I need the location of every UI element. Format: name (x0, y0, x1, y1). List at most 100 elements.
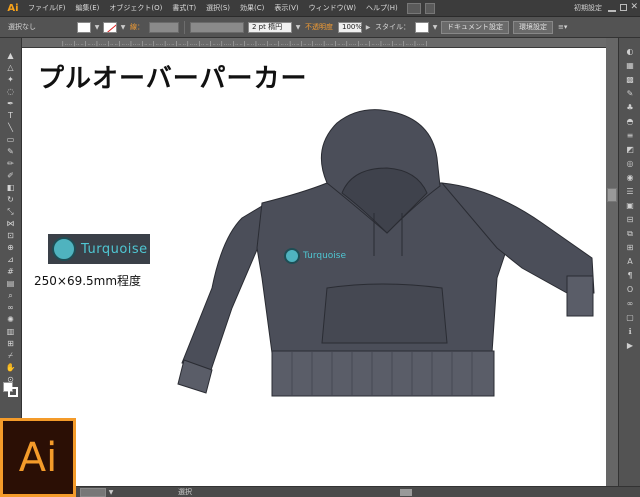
fill-swatch[interactable] (77, 21, 91, 33)
stroke-icon[interactable]: ≡ (623, 130, 637, 141)
mesh-tool-icon[interactable]: # (4, 266, 17, 277)
rectangle-tool-icon[interactable]: ▭ (4, 134, 17, 145)
vertical-scrollbar[interactable] (606, 38, 618, 486)
brush-dropdown-icon[interactable]: ▼ (294, 22, 302, 33)
type-tool-icon[interactable]: T (4, 110, 17, 121)
stroke-weight-field[interactable] (149, 21, 179, 33)
align-icon[interactable]: ⊟ (623, 214, 637, 225)
info-icon[interactable]: ℹ (623, 326, 637, 337)
menu-object[interactable]: オブジェクト(O) (104, 3, 167, 13)
menu-file[interactable]: ファイル(F) (23, 3, 71, 13)
vertical-scroll-thumb[interactable] (607, 188, 617, 202)
graphic-styles-icon[interactable]: ◓ (623, 116, 637, 127)
transform-icon[interactable]: ⊞ (623, 242, 637, 253)
minimize-icon[interactable] (608, 10, 616, 12)
links-icon[interactable]: ∞ (623, 298, 637, 309)
line-tool-icon[interactable]: ╲ (4, 122, 17, 133)
menu-effect[interactable]: 効果(C) (235, 3, 269, 13)
brushes-icon[interactable]: ✎ (623, 88, 637, 99)
magic-wand-tool-icon[interactable]: ✦ (4, 74, 17, 85)
style-dropdown-icon[interactable]: ▼ (431, 22, 439, 33)
gradient-tool-icon[interactable]: ▤ (4, 278, 17, 289)
selection-status: 選択なし (8, 23, 36, 31)
zoom-dropdown-icon[interactable]: ▼ (106, 488, 116, 497)
close-icon[interactable]: ✕ (630, 2, 638, 12)
rotate-tool-icon[interactable]: ↻ (4, 194, 17, 205)
scale-tool-icon[interactable]: ⤡ (4, 206, 17, 217)
hoodie-waistband (271, 350, 495, 397)
free-transform-tool-icon[interactable]: ⊡ (4, 230, 17, 241)
gradient-icon[interactable]: ◩ (623, 144, 637, 155)
stroke-label[interactable]: 線： (130, 22, 144, 32)
pen-tool-icon[interactable]: ✒ (4, 98, 17, 109)
style-label: スタイル： (375, 23, 410, 31)
brush-definition-field[interactable]: 2 pt 楕円 (248, 21, 292, 33)
paintbrush-tool-icon[interactable]: ✎ (4, 146, 17, 157)
chest-logo: Turquoise (284, 247, 354, 265)
symbols-icon[interactable]: ♣ (623, 102, 637, 113)
selection-tool-icon[interactable]: ▲ (4, 50, 17, 61)
illustrator-logo: Ai (0, 418, 76, 497)
maximize-icon[interactable] (620, 4, 627, 11)
blob-brush-tool-icon[interactable]: ✐ (4, 170, 17, 181)
eraser-tool-icon[interactable]: ◧ (4, 182, 17, 193)
layers-icon[interactable]: ☰ (623, 186, 637, 197)
paragraph-icon[interactable]: ¶ (623, 270, 637, 281)
bridge-icon[interactable] (406, 2, 421, 14)
pathfinder-icon[interactable]: ⧉ (623, 228, 637, 239)
stroke-color-box[interactable] (8, 387, 18, 397)
artboard-canvas[interactable]: プルオーバーパーカー Turquoise 250×69.5mm程度 Turquo… (22, 48, 606, 486)
workspace-switcher[interactable]: 初期設定 (574, 3, 602, 13)
shape-builder-tool-icon[interactable]: ⊕ (4, 242, 17, 253)
horizontal-scroll-thumb[interactable] (400, 489, 412, 496)
chest-logo-badge-icon (284, 248, 300, 264)
blend-tool-icon[interactable]: ∞ (4, 302, 17, 313)
opacity-label[interactable]: 不透明度 (305, 22, 333, 32)
slice-tool-icon[interactable]: ⌿ (4, 350, 17, 361)
lasso-tool-icon[interactable]: ◌ (4, 86, 17, 97)
stroke-swatch[interactable] (103, 21, 117, 33)
pencil-tool-icon[interactable]: ✏ (4, 158, 17, 169)
hoodie-body (181, 202, 268, 374)
color-panel-icon[interactable]: ◐ (623, 46, 637, 57)
fill-dropdown-icon[interactable]: ▼ (93, 22, 101, 33)
eyedropper-tool-icon[interactable]: ⌕ (4, 290, 17, 301)
document-setup-button[interactable]: ドキュメント設定 (441, 20, 509, 34)
stroke-dropdown-icon[interactable]: ▼ (119, 22, 127, 33)
opacity-dropdown-icon[interactable]: ▶ (364, 22, 372, 33)
hoodie-right-cuff (566, 275, 594, 317)
menu-select[interactable]: 選択(S) (201, 3, 235, 13)
panel-dock: ◐ ▦ ▩ ✎ ♣ ◓ ≡ ◩ ◎ ◉ ☰ ▣ ⊟ ⧉ ⊞ A ¶ O ∞ ▢ … (618, 38, 640, 486)
menu-type[interactable]: 書式(T) (167, 3, 201, 13)
artboards-icon[interactable]: ▣ (623, 200, 637, 211)
direct-selection-tool-icon[interactable]: △ (4, 62, 17, 73)
width-tool-icon[interactable]: ⋈ (4, 218, 17, 229)
swatches-icon[interactable]: ▩ (623, 74, 637, 85)
logo-sample: Turquoise (48, 234, 150, 264)
perspective-grid-tool-icon[interactable]: ⊿ (4, 254, 17, 265)
actions-icon[interactable]: ▶ (623, 340, 637, 351)
zoom-field[interactable] (80, 488, 106, 497)
transparency-icon[interactable]: ◎ (623, 158, 637, 169)
variable-width-profile[interactable] (190, 21, 244, 33)
appearance-icon[interactable]: ◉ (623, 172, 637, 183)
menu-edit[interactable]: 編集(E) (71, 3, 105, 13)
graphic-style-swatch[interactable] (415, 21, 429, 33)
control-bar-menu-icon[interactable]: ≡▾ (558, 23, 567, 31)
artboard-tool-icon[interactable]: ⊞ (4, 338, 17, 349)
color-guide-icon[interactable]: ▦ (623, 60, 637, 71)
opacity-field[interactable]: 100% (338, 21, 362, 33)
menu-window[interactable]: ウィンドウ(W) (304, 3, 361, 13)
menu-help[interactable]: ヘルプ(H) (361, 3, 403, 13)
graph-tool-icon[interactable]: ▥ (4, 326, 17, 337)
status-bar: ▼ 選択 (0, 486, 640, 497)
hand-tool-icon[interactable]: ✋ (4, 362, 17, 373)
opentype-icon[interactable]: O (623, 284, 637, 295)
navigator-icon[interactable]: ▢ (623, 312, 637, 323)
fill-stroke-control[interactable] (3, 382, 19, 398)
arrange-documents-icon[interactable] (424, 2, 435, 14)
character-icon[interactable]: A (623, 256, 637, 267)
preferences-button[interactable]: 環境設定 (513, 20, 553, 34)
menu-view[interactable]: 表示(V) (269, 3, 303, 13)
symbol-sprayer-tool-icon[interactable]: ✺ (4, 314, 17, 325)
